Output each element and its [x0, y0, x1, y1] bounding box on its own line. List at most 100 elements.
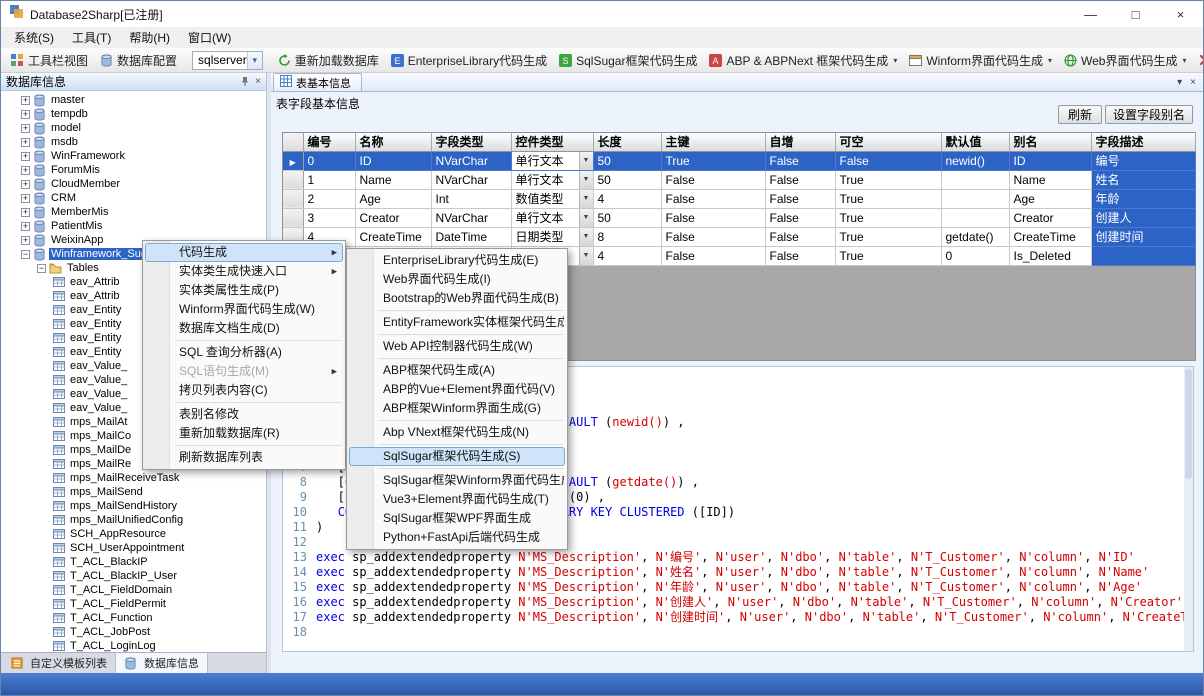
grid-cell[interactable]: 50	[593, 208, 661, 227]
context-submenu-item[interactable]: Abp VNext框架代码生成(N)	[349, 423, 565, 442]
tab-list-dropdown-icon[interactable]: ▾	[1177, 77, 1182, 88]
grid-cell[interactable]: True	[835, 208, 941, 227]
context-submenu-item[interactable]: SqlSugar框架代码生成(S)	[349, 447, 565, 466]
panel-close-icon[interactable]: ×	[255, 76, 261, 87]
context-menu-item[interactable]: 代码生成▶	[145, 243, 343, 262]
row-selector[interactable]: ▶	[283, 151, 303, 170]
tree-node-table[interactable]: T_ACL_LoginLog	[1, 639, 266, 652]
tree-node-table[interactable]: T_ACL_Function	[1, 611, 266, 625]
context-submenu-item[interactable]: EntityFramework实体框架代码生成(F)	[349, 313, 565, 332]
grid-cell[interactable]: False	[765, 189, 835, 208]
dropdown-arrow-icon[interactable]: ▼	[579, 152, 593, 170]
context-menu-item[interactable]: 刷新数据库列表	[145, 448, 343, 467]
grid-cell[interactable]: 创建时间	[1091, 227, 1195, 246]
column-header[interactable]: 控件类型	[511, 133, 593, 151]
grid-cell[interactable]	[941, 170, 1009, 189]
context-submenu-item[interactable]: Web界面代码生成(I)	[349, 270, 565, 289]
grid-cell[interactable]: True	[661, 151, 765, 170]
grid-cell[interactable]: 50	[593, 151, 661, 170]
grid-cell[interactable]: False	[765, 151, 835, 170]
maximize-button[interactable]: □	[1113, 1, 1158, 27]
context-submenu-item[interactable]: Vue3+Element界面代码生成(T)	[349, 490, 565, 509]
grid-cell[interactable]: 8	[593, 227, 661, 246]
grid-cell-combo[interactable]: 数值类型▼	[511, 189, 593, 208]
tree-node-database[interactable]: +CloudMember	[1, 177, 266, 191]
database-type-combo[interactable]: sqlserver▾	[192, 51, 263, 70]
grid-cell[interactable]: 50	[593, 170, 661, 189]
dropdown-arrow-icon[interactable]: ▼	[579, 171, 593, 189]
grid-cell[interactable]: CreateTime	[1009, 227, 1091, 246]
context-menu-item[interactable]: 拷贝列表内容(C)	[145, 381, 343, 400]
row-selector[interactable]	[283, 189, 303, 208]
grid-cell[interactable]: NVarChar	[431, 208, 511, 227]
tree-node-database[interactable]: +tempdb	[1, 107, 266, 121]
grid-cell[interactable]: Int	[431, 189, 511, 208]
grid-cell[interactable]: Age	[1009, 189, 1091, 208]
column-header[interactable]: 字段描述	[1091, 133, 1195, 151]
grid-cell[interactable]: False	[765, 227, 835, 246]
refresh-button[interactable]: 刷新	[1058, 105, 1102, 124]
grid-cell[interactable]: Name	[1009, 170, 1091, 189]
context-submenu-item[interactable]: SqlSugar框架Winform界面代码生成(U)	[349, 471, 565, 490]
collapse-icon[interactable]: −	[37, 264, 46, 273]
grid-cell[interactable]: ID	[1009, 151, 1091, 170]
tree-node-table[interactable]: T_ACL_FieldPermit	[1, 597, 266, 611]
expand-icon[interactable]: +	[21, 96, 30, 105]
expand-icon[interactable]: +	[21, 194, 30, 203]
grid-cell[interactable]	[1091, 246, 1195, 265]
context-menu-item[interactable]: Winform界面代码生成(W)	[145, 300, 343, 319]
set-field-alias-button[interactable]: 设置字段别名	[1105, 105, 1193, 124]
context-submenu-item[interactable]: ABP的Vue+Element界面代码(V)	[349, 380, 565, 399]
tree-node-table[interactable]: T_ACL_JobPost	[1, 625, 266, 639]
tree-node-database[interactable]: +master	[1, 93, 266, 107]
close-button[interactable]: ×	[1158, 1, 1203, 27]
tree-node-database[interactable]: +msdb	[1, 135, 266, 149]
column-header[interactable]: 名称	[355, 133, 431, 151]
grid-row[interactable]: ▶0IDNVarChar单行文本▼50TrueFalseFalsenewid()…	[283, 151, 1195, 170]
exit-button[interactable]: 退出	[1194, 50, 1204, 71]
grid-cell[interactable]: 1	[303, 170, 355, 189]
context-submenu-item[interactable]: EnterpriseLibrary代码生成(E)	[349, 251, 565, 270]
grid-cell[interactable]: NVarChar	[431, 151, 511, 170]
grid-cell[interactable]: 2	[303, 189, 355, 208]
grid-cell[interactable]: Creator	[1009, 208, 1091, 227]
context-submenu-item[interactable]: ABP框架Winform界面生成(G)	[349, 399, 565, 418]
tree-node-database[interactable]: +ForumMis	[1, 163, 266, 177]
chevron-down-icon[interactable]: ▾	[247, 52, 262, 69]
expand-icon[interactable]: +	[21, 110, 30, 119]
context-menu-item[interactable]: SQL语句生成(M)▶	[145, 362, 343, 381]
grid-cell[interactable]: 4	[593, 246, 661, 265]
grid-cell[interactable]: 编号	[1091, 151, 1195, 170]
tree-node-table[interactable]: mps_MailSend	[1, 485, 266, 499]
expand-icon[interactable]: +	[21, 208, 30, 217]
dropdown-arrow-icon[interactable]: ▼	[579, 247, 593, 265]
menubar-item[interactable]: 窗口(W)	[179, 27, 240, 48]
context-menu-item[interactable]: 重新加载数据库(R)	[145, 424, 343, 443]
pin-icon[interactable]	[240, 76, 250, 87]
column-header[interactable]: 长度	[593, 133, 661, 151]
tree-node-database[interactable]: +CRM	[1, 191, 266, 205]
context-submenu-item[interactable]: Web API控制器代码生成(W)	[349, 337, 565, 356]
context-submenu-item[interactable]: SqlSugar框架WPF界面生成	[349, 509, 565, 528]
tree-node-database[interactable]: +model	[1, 121, 266, 135]
expand-icon[interactable]: +	[21, 166, 30, 175]
grid-cell[interactable]: getdate()	[941, 227, 1009, 246]
column-header[interactable]: 自增	[765, 133, 835, 151]
expand-icon[interactable]: +	[21, 180, 30, 189]
tree-node-table[interactable]: mps_MailSendHistory	[1, 499, 266, 513]
grid-cell-combo[interactable]: 日期类型▼	[511, 227, 593, 246]
grid-cell[interactable]: newid()	[941, 151, 1009, 170]
grid-cell[interactable]: ID	[355, 151, 431, 170]
context-submenu-item[interactable]: ABP框架代码生成(A)	[349, 361, 565, 380]
grid-cell[interactable]: True	[835, 189, 941, 208]
grid-cell[interactable]: False	[765, 208, 835, 227]
dropdown-arrow-icon[interactable]: ▼	[579, 209, 593, 227]
tree-node-database[interactable]: +WinFramework	[1, 149, 266, 163]
grid-cell[interactable]: NVarChar	[431, 170, 511, 189]
grid-cell[interactable]: False	[765, 170, 835, 189]
tree-node-database[interactable]: +MemberMis	[1, 205, 266, 219]
grid-cell[interactable]: 3	[303, 208, 355, 227]
grid-cell[interactable]: False	[661, 170, 765, 189]
minimize-button[interactable]: —	[1068, 1, 1113, 27]
column-header[interactable]: 默认值	[941, 133, 1009, 151]
